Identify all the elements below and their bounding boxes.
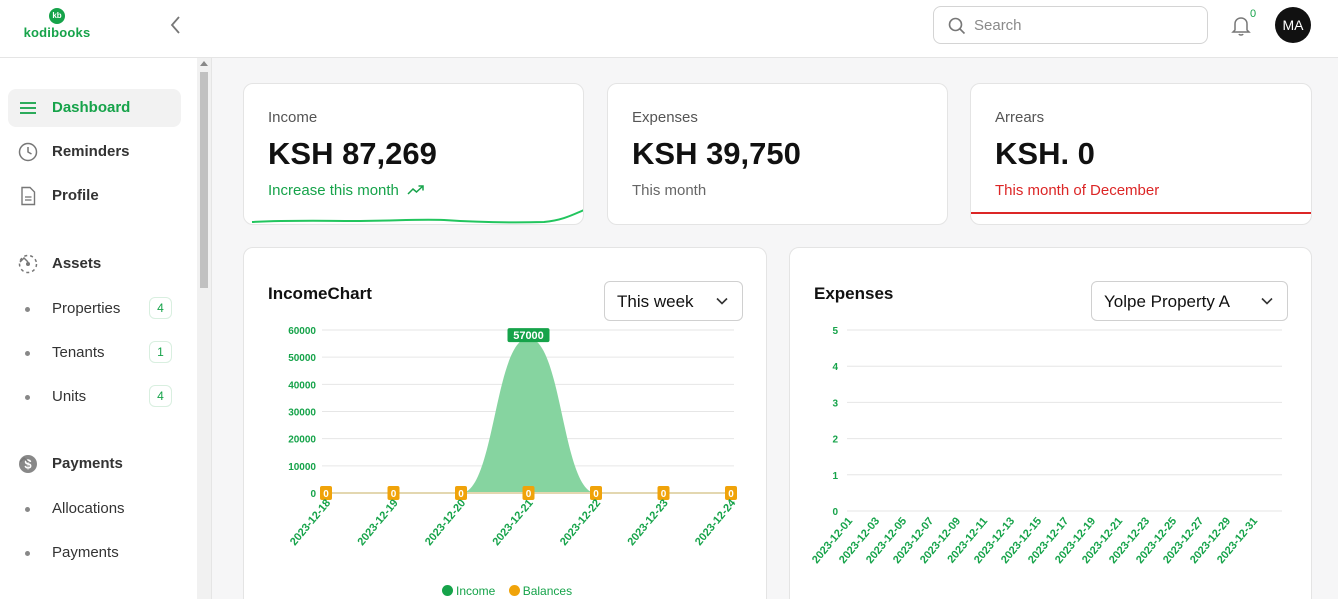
user-avatar[interactable]: MA [1275, 7, 1311, 43]
sidebar-item-label: Properties [52, 300, 121, 317]
legend-dot-icon [508, 585, 520, 596]
sidebar-section-payments[interactable]: $ Payments [8, 445, 181, 483]
expenses-chart: 0123452023-12-012023-12-032023-12-052023… [810, 326, 1282, 566]
y-tick-label: 60000 [288, 326, 316, 337]
y-tick-label: 10000 [288, 462, 316, 473]
expenses-card: Expenses KSH 39,750 This month [607, 83, 948, 225]
income-note: Increase this month [268, 182, 425, 199]
expenses-note: This month [632, 182, 707, 199]
x-tick-label: 2023-12-22 [558, 497, 603, 548]
chevron-left-icon [170, 16, 180, 34]
sidebar-item-properties[interactable]: Properties 4 [8, 294, 181, 324]
arrears-card: Arrears KSH. 0 This month of December [970, 83, 1312, 225]
expenses-chart-panel: Expenses Yolpe Property A 0 1 2 3 4 5 2023-12-… [789, 247, 1312, 599]
expenses-value: KSH 39,750 [632, 136, 801, 171]
sidebar-item-units[interactable]: Units 4 [8, 382, 181, 412]
sidebar-item-label: Assets [52, 255, 102, 272]
y-tick-label: 2 [832, 435, 838, 446]
collapse-sidebar-button[interactable] [166, 14, 186, 36]
sidebar-item-label: Allocations [52, 500, 125, 517]
y-tick-label: 1 [832, 471, 838, 482]
y-tick-label: 40000 [288, 380, 316, 391]
sidebar-item-label: Reminders [52, 143, 130, 160]
bullet-icon [25, 507, 30, 512]
x-tick-label: 2023-12-18 [288, 497, 333, 548]
income-note-text: Increase this month [268, 182, 399, 199]
chevron-up-icon [19, 456, 29, 463]
income-peak-label: 57000 [513, 330, 544, 342]
app-logo[interactable]: kb kodibooks [20, 8, 94, 44]
x-tick-label: 2023-12-21 [490, 497, 535, 548]
logo-text: kodibooks [23, 25, 91, 40]
sidebar-item-profile[interactable]: Profile [8, 177, 181, 215]
sidebar-item-reminders[interactable]: Reminders [8, 133, 181, 171]
sidebar-item-allocations[interactable]: Allocations [8, 494, 181, 524]
logo-mark: kb [49, 8, 65, 24]
sidebar-item-label: Payments [52, 544, 119, 561]
y-tick-label: 50000 [288, 353, 316, 364]
sidebar-item-payments[interactable]: Payments [8, 538, 181, 568]
legend-item-balances[interactable]: Balances [508, 584, 573, 598]
y-tick-label: 3 [832, 398, 838, 409]
count-badge: 1 [149, 341, 172, 363]
sidebar-item-label: Units [52, 388, 87, 405]
x-tick-label: 2023-12-24 [693, 497, 739, 548]
sidebar-item-label: Profile [52, 187, 99, 204]
sidebar-item-label: Payments [52, 455, 123, 472]
sidebar-item-dashboard[interactable]: Dashboard [8, 89, 181, 127]
notification-count: 0 [1250, 8, 1257, 20]
x-tick-label: 2023-12-20 [423, 497, 468, 548]
search-input[interactable] [974, 15, 1194, 35]
search-icon [948, 17, 966, 35]
sidebar-section-assets[interactable]: Assets [8, 245, 181, 283]
document-icon [21, 186, 36, 206]
sidebar-scrollbar[interactable] [197, 58, 211, 599]
bullet-icon [25, 351, 30, 356]
scroll-thumb[interactable] [200, 72, 208, 288]
legend-label: Balances [522, 584, 573, 598]
top-header: kb kodibooks 0 MA [0, 0, 1338, 58]
legend-item-income[interactable]: Income [442, 584, 495, 598]
y-tick-label: 0 [310, 489, 316, 500]
income-value: KSH 87,269 [268, 136, 437, 171]
income-chart-panel: IncomeChart This week 0 10000 20000 30000 40… [243, 247, 767, 599]
income-card: Income KSH 87,269 Increase this month [243, 83, 584, 225]
y-tick-label: 4 [832, 362, 838, 373]
trending-up-icon [407, 185, 424, 195]
bullet-icon [25, 551, 30, 556]
x-tick-label: 2023-12-23 [625, 497, 670, 548]
legend-label: Income [456, 584, 496, 598]
bullet-icon [25, 395, 30, 400]
sidebar-item-label: Dashboard [52, 99, 131, 116]
arrears-value: KSH. 0 [995, 136, 1095, 171]
y-tick-label: 0 [832, 507, 838, 518]
count-badge: 4 [149, 297, 172, 319]
bullet-icon [25, 307, 30, 312]
arrears-title: Arrears [995, 109, 1045, 126]
clock-icon [18, 142, 38, 162]
income-area [326, 338, 731, 493]
y-tick-label: 20000 [288, 435, 316, 446]
scroll-up-arrow-icon[interactable] [200, 61, 208, 66]
legend-dot-icon [442, 585, 453, 596]
search-box[interactable] [933, 6, 1208, 44]
expenses-title: Expenses [632, 109, 698, 126]
y-tick-label: 30000 [288, 408, 316, 419]
menu-icon [20, 102, 36, 114]
sidebar-item-tenants[interactable]: Tenants 1 [8, 338, 181, 368]
income-chart: 0100002000030000400005000060000 570000 0 0 0… [288, 326, 739, 548]
count-badge: 4 [149, 385, 172, 407]
chevron-up-icon [19, 256, 29, 263]
income-title: Income [268, 109, 318, 126]
income-sparkline [251, 209, 583, 224]
y-tick-label: 5 [832, 326, 838, 337]
income-chart-legend: Income Balances [442, 584, 572, 598]
arrears-note: This month of December [995, 182, 1160, 199]
arrears-indicator-line [971, 212, 1311, 214]
sidebar-item-label: Tenants [52, 344, 105, 361]
sidebar: Dashboard Reminders Profile Assets Prope… [0, 58, 212, 599]
x-tick-label: 2023-12-19 [355, 497, 400, 548]
